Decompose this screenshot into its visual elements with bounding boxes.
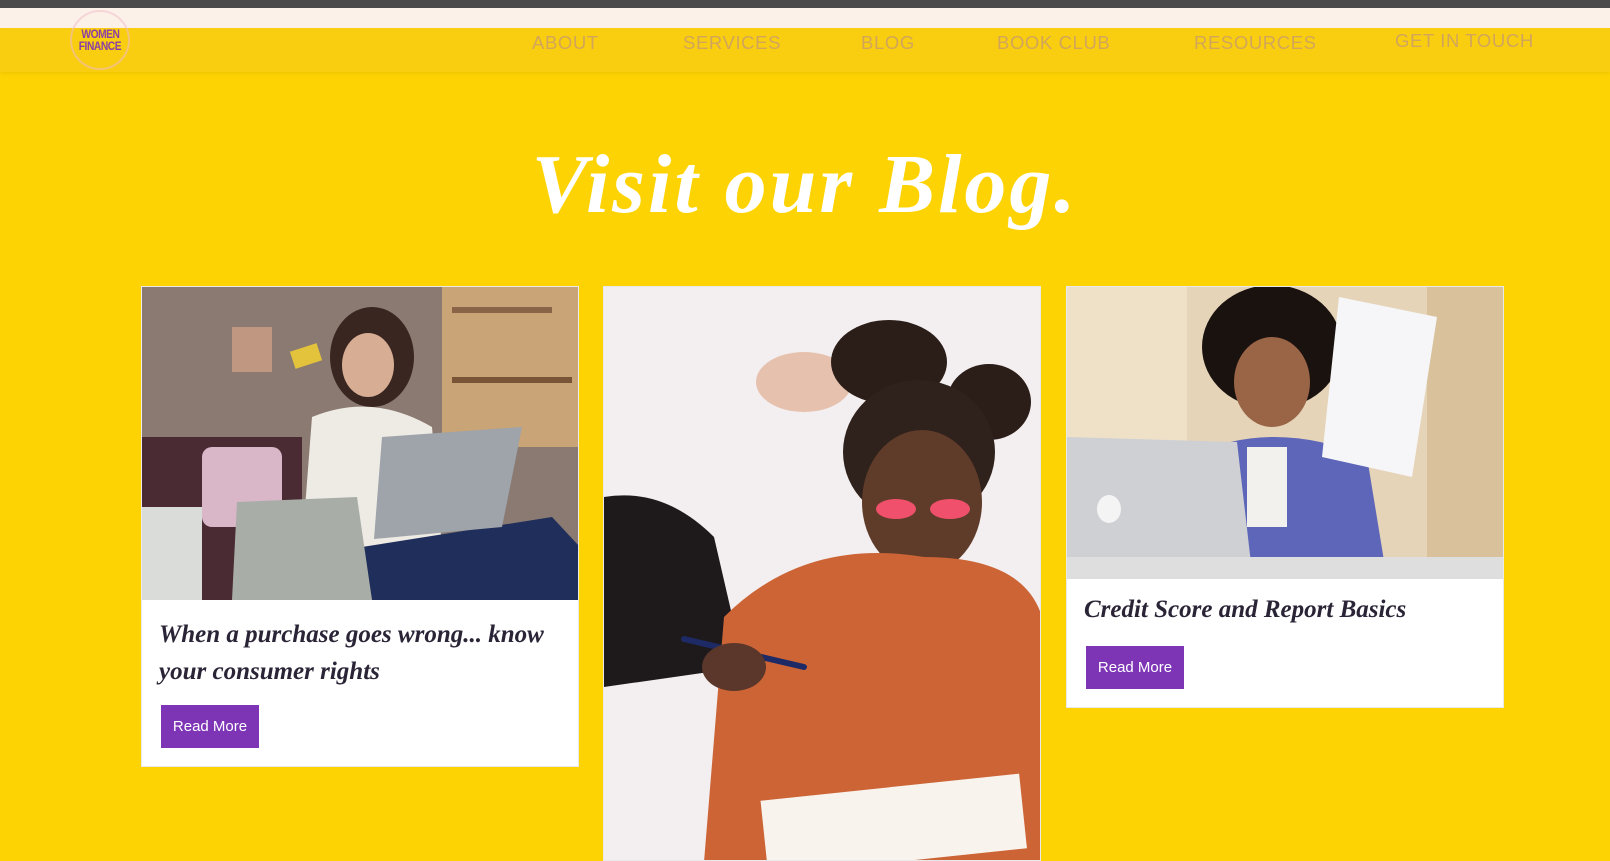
read-more-button[interactable]: Read More	[161, 705, 259, 748]
blog-card-featured	[603, 286, 1041, 861]
blog-card-title[interactable]: Credit Score and Report Basics	[1084, 591, 1484, 628]
logo-line-finance: FINANCE	[78, 39, 122, 53]
top-dark-strip	[0, 0, 1610, 8]
top-announcement-band	[0, 8, 1610, 28]
blog-card-credit-score: Credit Score and Report Basics Read More	[1066, 286, 1504, 708]
nav-about[interactable]: ABOUT	[532, 32, 599, 54]
read-more-button[interactable]: Read More	[1086, 646, 1184, 689]
blog-image-woman-writing-notes[interactable]	[604, 287, 1040, 860]
nav-blog[interactable]: BLOG	[861, 32, 915, 54]
blog-card-consumer-rights: When a purchase goes wrong... know your …	[141, 286, 579, 767]
blog-image-woman-shopping-online[interactable]	[142, 287, 578, 600]
blog-card-title[interactable]: When a purchase goes wrong... know your …	[159, 616, 559, 690]
nav-resources[interactable]: RESOURCES	[1194, 32, 1317, 54]
nav-services[interactable]: SERVICES	[683, 32, 781, 54]
nav-get-in-touch[interactable]: GET IN TOUCH	[1395, 30, 1534, 52]
main-navigation: WOMEN FINANCE ABOUT SERVICES BLOG BOOK C…	[0, 10, 1610, 72]
nav-book-club[interactable]: BOOK CLUB	[997, 32, 1110, 54]
page-title: Visit our Blog.	[531, 138, 1079, 232]
blog-image-woman-reviewing-report[interactable]	[1067, 287, 1503, 579]
women-finance-logo[interactable]: WOMEN FINANCE	[70, 10, 130, 70]
